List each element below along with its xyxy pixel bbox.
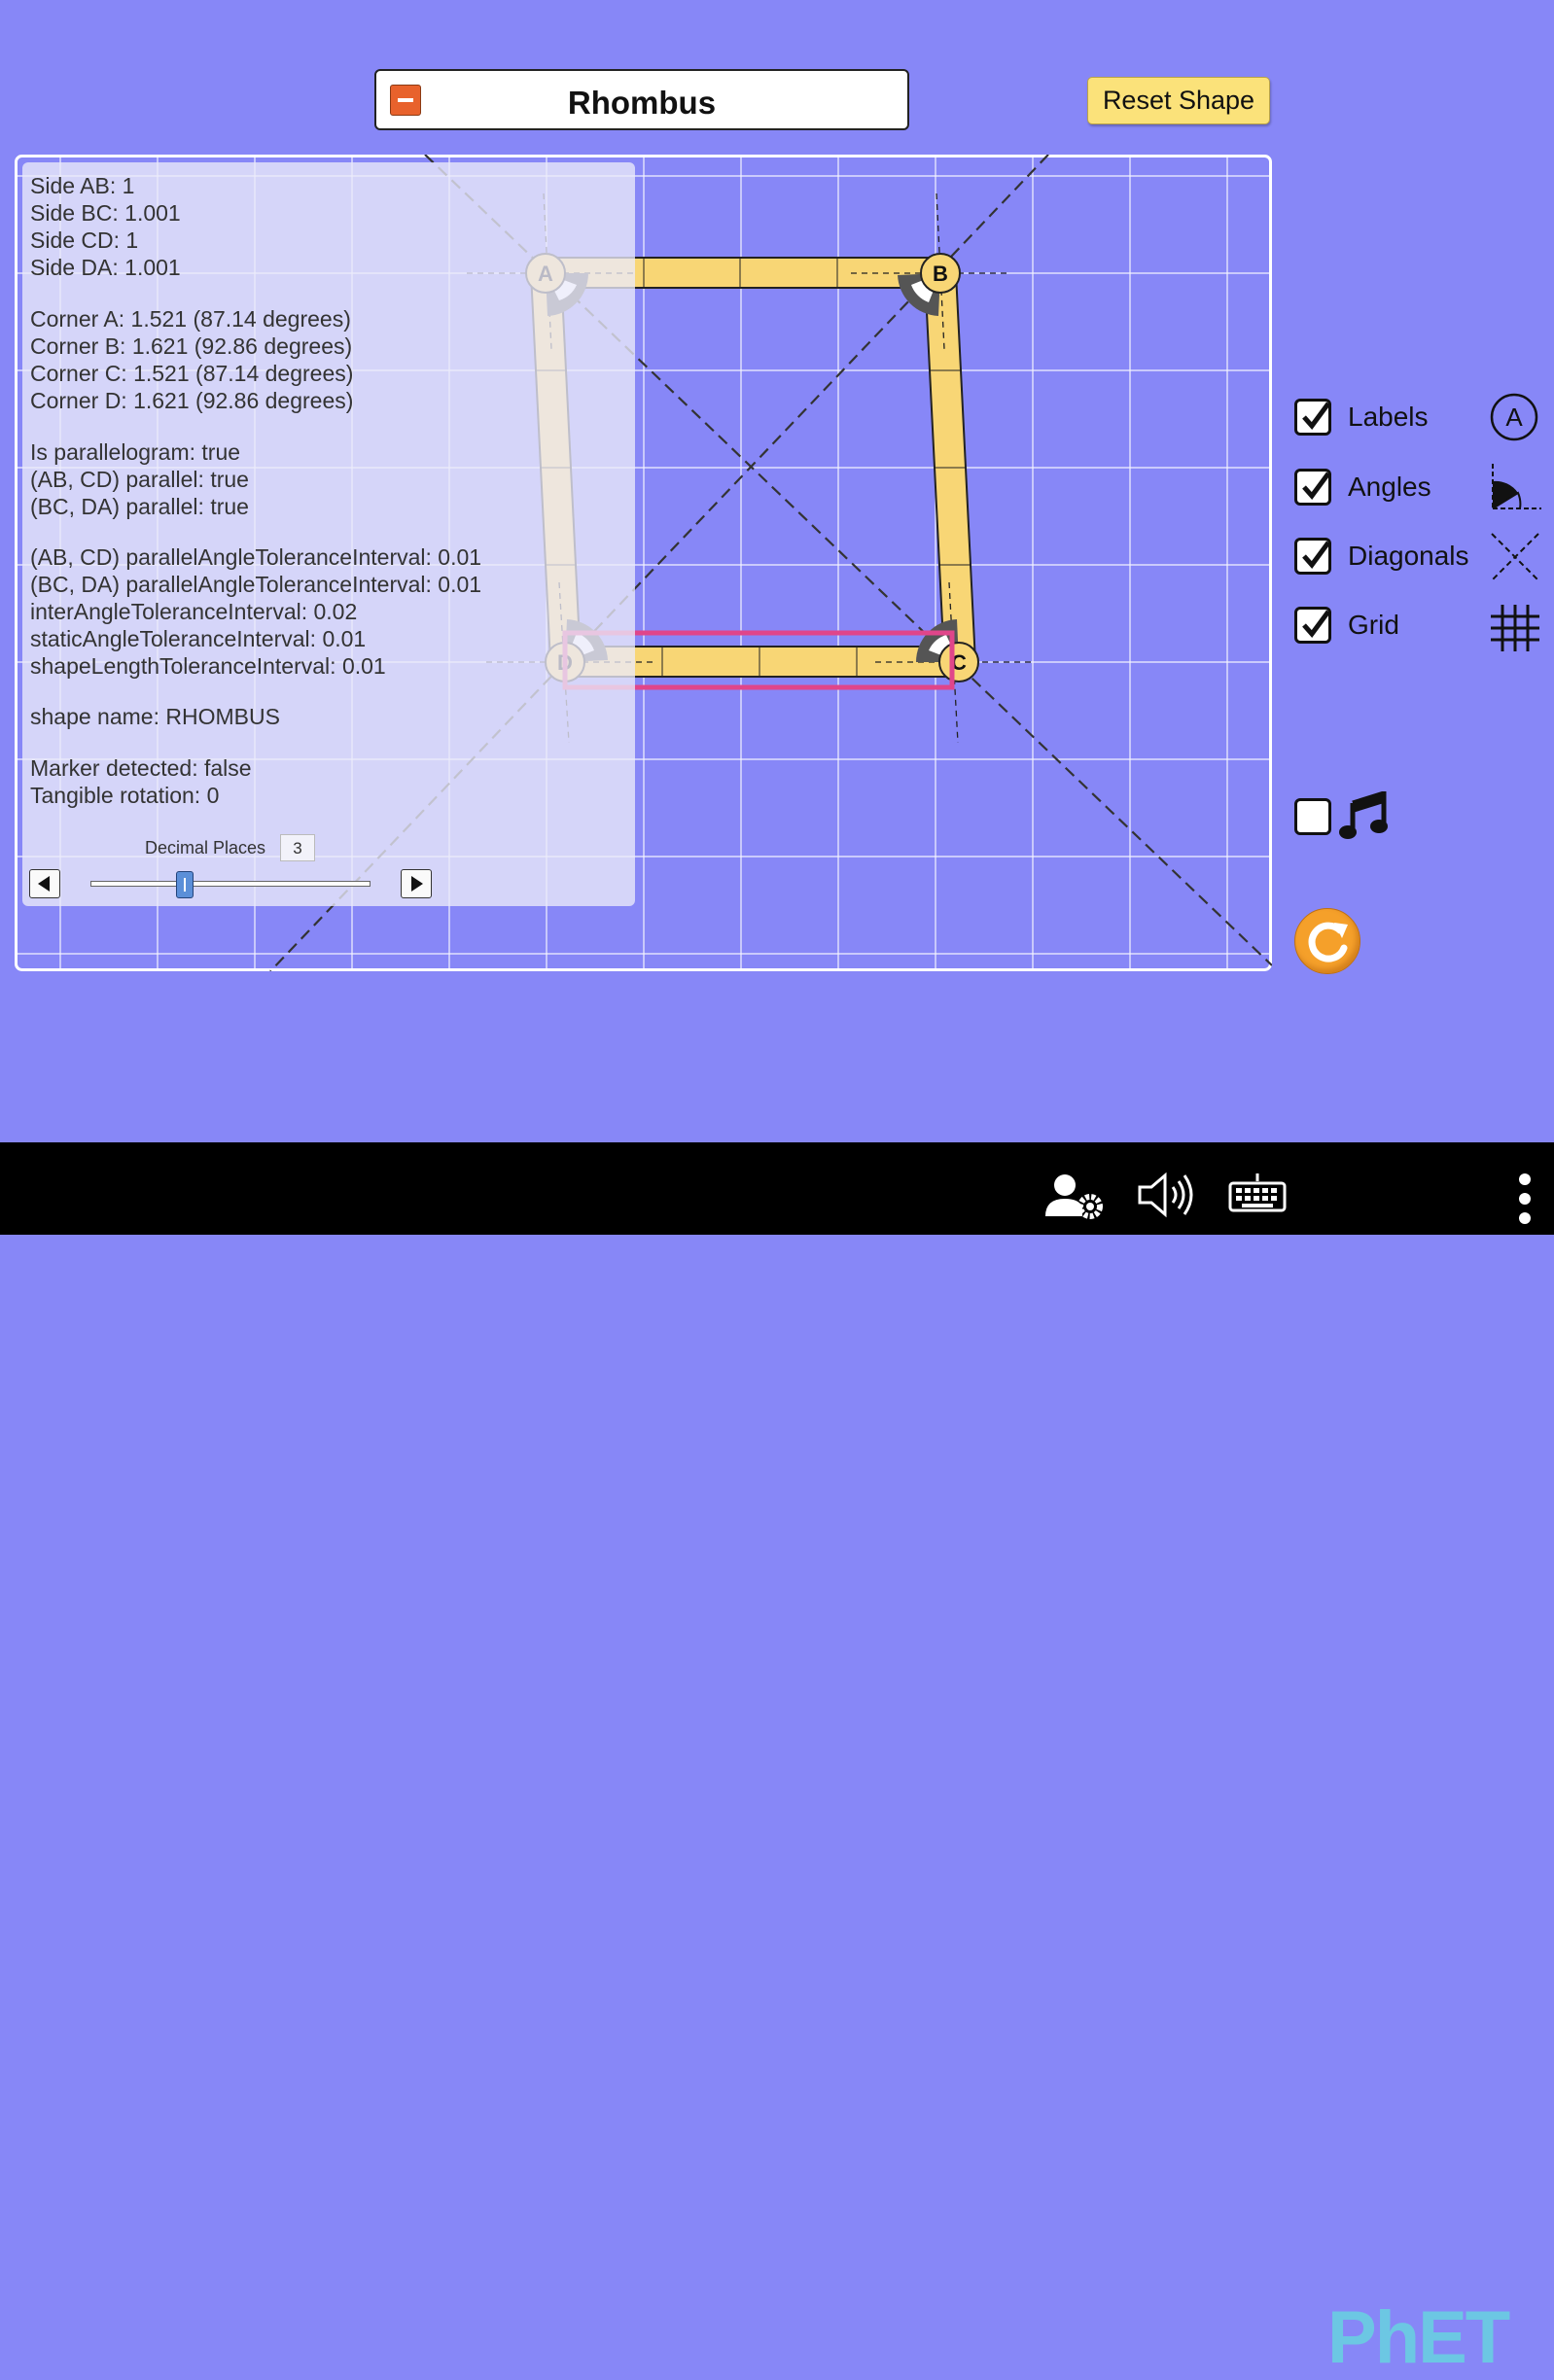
refresh-button[interactable] [1294,908,1360,974]
info-line: Side DA: 1.001 [30,255,181,280]
info-line: Corner A: 1.521 (87.14 degrees) [30,306,351,332]
angles-checkbox-label: Angles [1348,472,1431,502]
arrow-left-icon [38,876,50,892]
arrow-right-icon [411,876,423,892]
diagonals-x-icon [1489,531,1541,588]
checkmark-icon [1302,472,1331,500]
info-line: shapeLengthToleranceInterval: 0.01 [30,653,386,679]
info-line: shape name: RHOMBUS [30,704,280,729]
checkmark-icon [1302,610,1331,638]
vertex-b[interactable]: B [920,253,961,294]
vertex-c[interactable]: C [938,642,979,682]
info-line: Corner B: 1.621 (92.86 degrees) [30,333,353,359]
info-line: Side AB: 1 [30,173,135,198]
info-line: (AB, CD) parallel: true [30,467,249,492]
info-line: Tangible rotation: 0 [30,783,220,808]
angle-wedge-icon [1489,462,1543,519]
sound-checkbox[interactable] [1294,798,1331,835]
grid-checkbox[interactable] [1294,607,1331,644]
info-line: interAngleToleranceInterval: 0.02 [30,599,358,624]
labels-checkbox-label: Labels [1348,402,1429,432]
more-vertical-icon[interactable] [1517,1172,1533,1231]
info-line: Corner D: 1.621 (92.86 degrees) [30,388,354,413]
reset-shape-button[interactable]: Reset Shape [1087,77,1270,124]
user-settings-icon[interactable] [1045,1172,1106,1227]
circle-a-icon: A [1489,392,1539,447]
info-line: Marker detected: false [30,755,252,781]
phet-logo[interactable]: PhET [1327,2295,1510,2380]
music-note-icon [1339,789,1390,845]
decimal-places-value: 3 [280,834,315,861]
keyboard-icon[interactable] [1228,1173,1287,1219]
labels-checkbox[interactable] [1294,399,1331,436]
diagonals-checkbox-label: Diagonals [1348,541,1469,571]
decimal-places-thumb[interactable] [176,871,194,898]
checkmark-icon [1302,541,1331,569]
speaker-icon[interactable] [1136,1170,1198,1225]
decimal-places-track[interactable] [90,881,371,887]
angles-checkbox[interactable] [1294,469,1331,506]
info-line: Is parallelogram: true [30,439,241,465]
grid-icon [1489,603,1541,658]
shape-name-panel: Rhombus [374,69,909,130]
svg-text:A: A [1505,402,1523,432]
increment-button[interactable] [401,869,432,898]
info-line: (BC, DA) parallel: true [30,494,249,519]
refresh-icon [1308,922,1348,962]
checkmark-icon [1302,402,1331,430]
info-line: (BC, DA) parallelAngleToleranceInterval:… [30,572,482,597]
info-line: Side CD: 1 [30,228,139,253]
decimal-places-label: Decimal Places [145,838,266,858]
info-line: Side BC: 1.001 [30,200,181,226]
info-line: (AB, CD) parallelAngleToleranceInterval:… [30,544,482,570]
info-line: staticAngleToleranceInterval: 0.01 [30,626,367,651]
decrement-button[interactable] [29,869,60,898]
grid-checkbox-label: Grid [1348,610,1399,640]
info-line: Corner C: 1.521 (87.14 degrees) [30,361,354,386]
shape-name-title: Rhombus [567,85,717,121]
vertex-label-b: B [933,262,948,286]
diagonals-checkbox[interactable] [1294,538,1331,575]
navigation-bar: PhET [0,1142,1554,2379]
